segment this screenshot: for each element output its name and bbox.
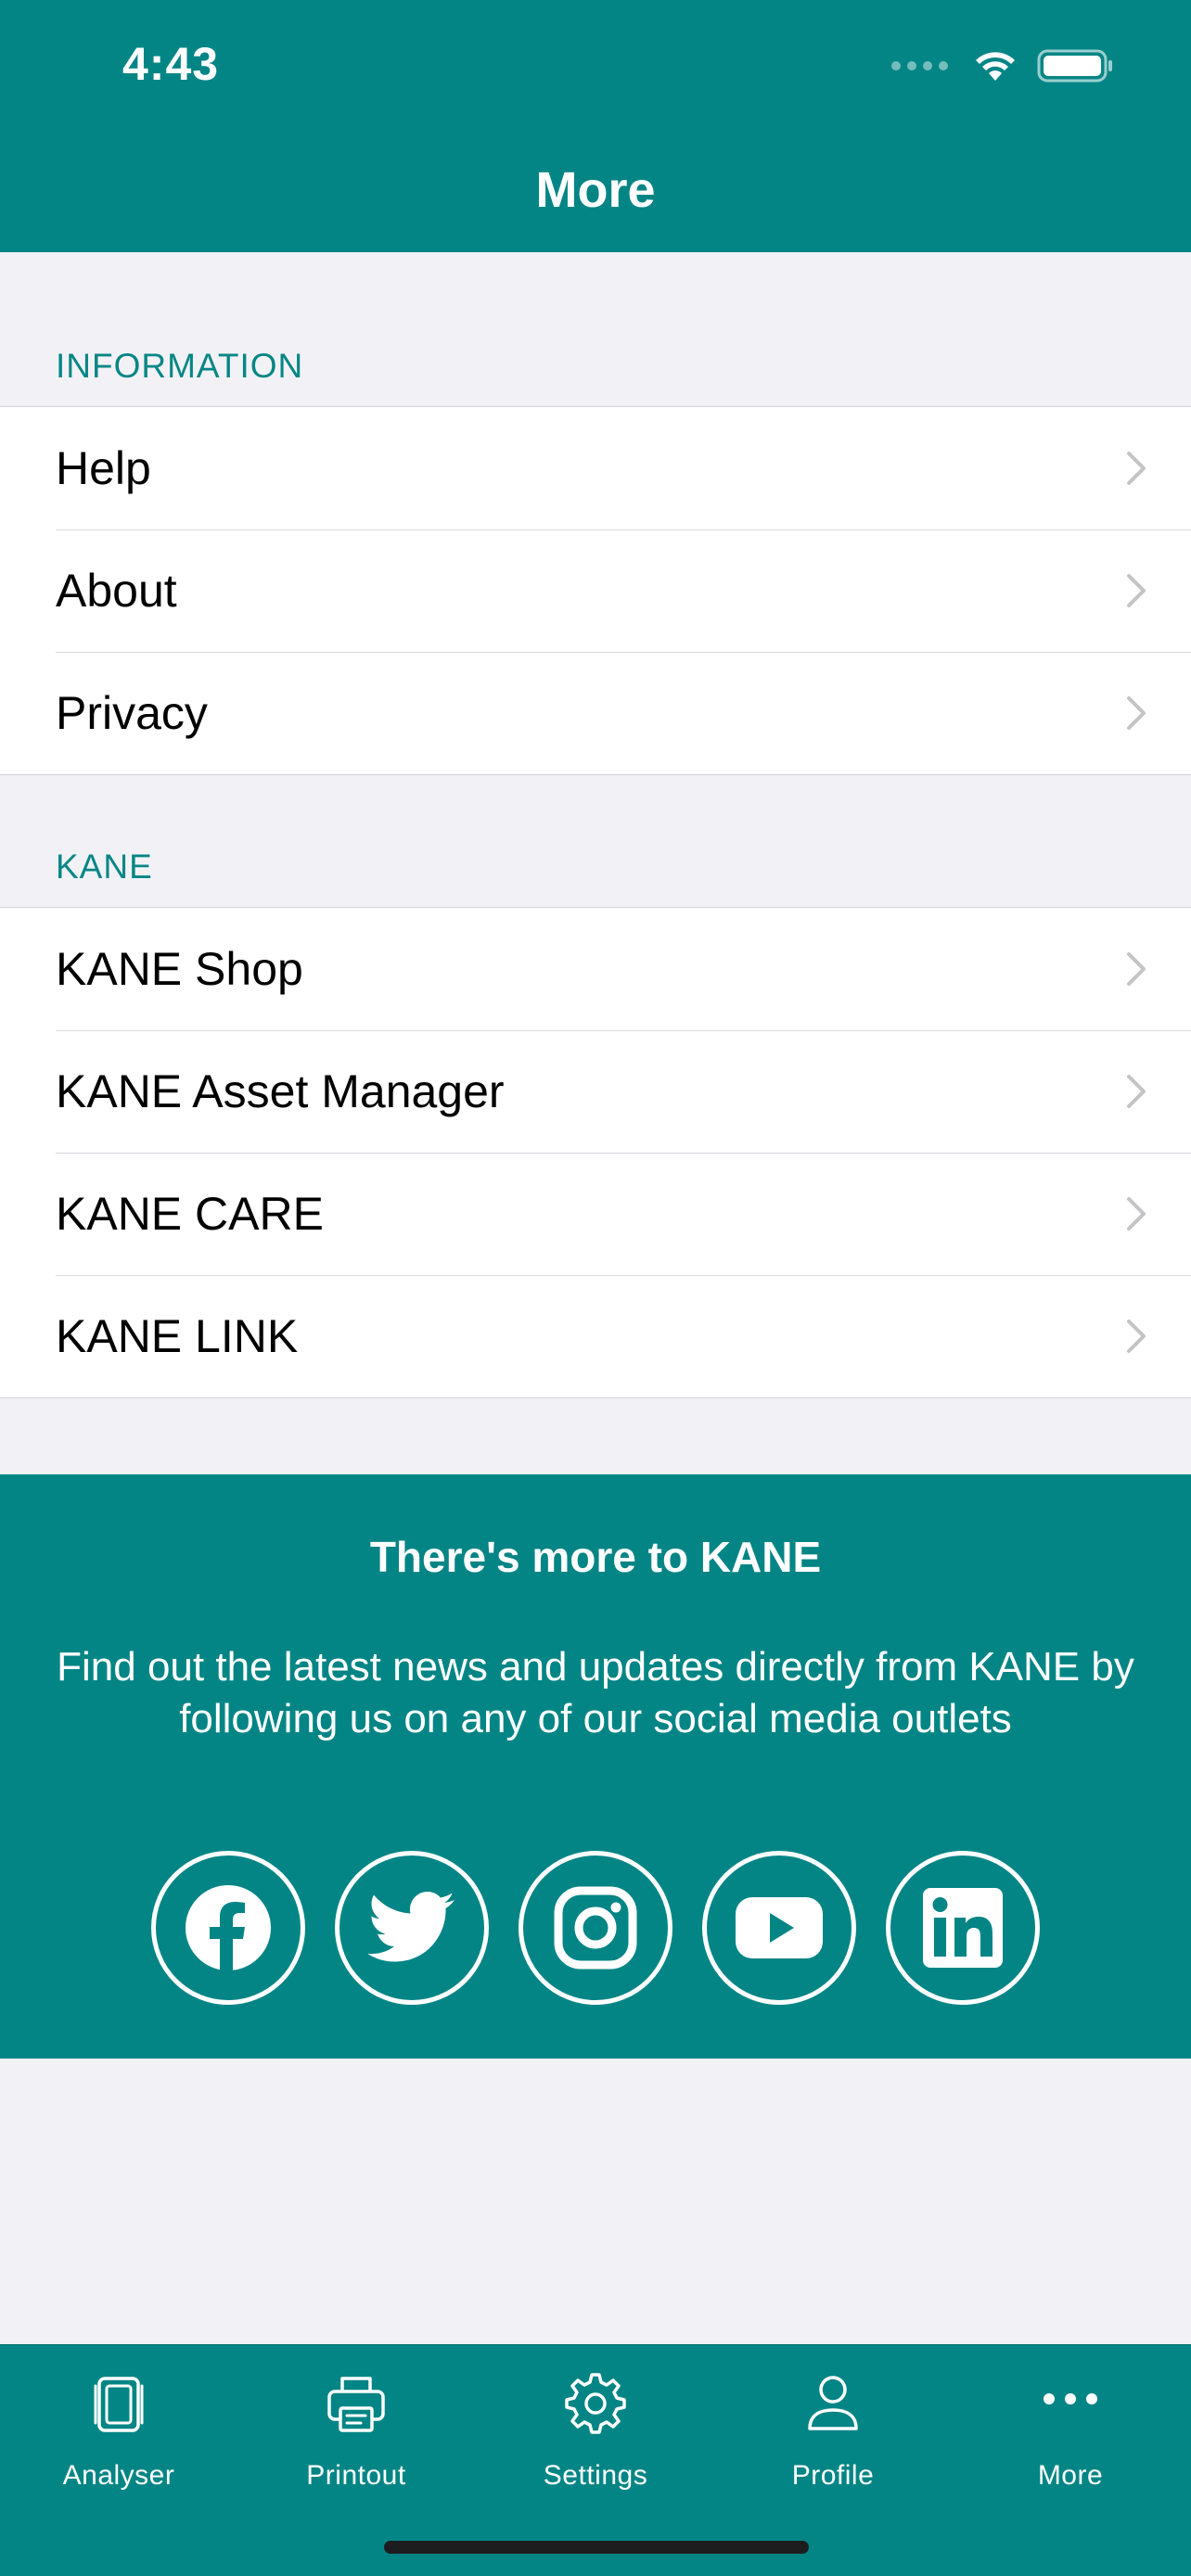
row-label: Help bbox=[56, 442, 151, 494]
facebook-button[interactable] bbox=[151, 1851, 305, 2005]
twitter-icon bbox=[367, 1892, 455, 1962]
facebook-icon bbox=[186, 1885, 271, 1972]
row-label: KANE Shop bbox=[56, 943, 303, 995]
chevron-right-icon bbox=[1127, 1075, 1146, 1108]
promo-title: There's more to KANE bbox=[369, 1533, 822, 1581]
chevron-right-icon bbox=[1127, 574, 1146, 607]
row-kane-care[interactable]: KANE CARE bbox=[0, 1153, 1191, 1275]
linkedin-button[interactable] bbox=[886, 1851, 1040, 2005]
status-indicators bbox=[891, 43, 1115, 89]
battery-icon bbox=[1037, 49, 1112, 83]
tab-analyser[interactable]: Analyser bbox=[0, 2345, 237, 2491]
analyser-icon bbox=[94, 2377, 144, 2432]
page-title: More bbox=[535, 162, 656, 218]
youtube-icon bbox=[736, 1897, 823, 1958]
social-promo-banner: There's more to KANE Find out the latest… bbox=[0, 1474, 1191, 2059]
status-time: 4:43 bbox=[122, 38, 220, 90]
printer-icon bbox=[327, 2377, 385, 2432]
tab-more[interactable]: More bbox=[952, 2345, 1189, 2491]
row-kane-link[interactable]: KANE LINK bbox=[0, 1275, 1191, 1397]
chevron-right-icon bbox=[1127, 452, 1146, 485]
tab-label: Settings bbox=[543, 2460, 648, 2491]
row-label: KANE CARE bbox=[56, 1188, 324, 1240]
information-list: Help About Privacy bbox=[0, 406, 1191, 775]
instagram-button[interactable] bbox=[519, 1851, 672, 2005]
row-label: Privacy bbox=[56, 687, 208, 739]
row-help[interactable]: Help bbox=[0, 407, 1191, 529]
chevron-right-icon bbox=[1127, 1197, 1146, 1231]
row-about[interactable]: About bbox=[0, 529, 1191, 652]
kane-list: KANE Shop KANE Asset Manager KANE CARE K… bbox=[0, 907, 1191, 1398]
row-kane-shop[interactable]: KANE Shop bbox=[0, 908, 1191, 1030]
tab-label: More bbox=[1037, 2460, 1104, 2491]
row-label: KANE Asset Manager bbox=[56, 1065, 505, 1117]
tab-label: Profile bbox=[791, 2460, 875, 2491]
linkedin-icon bbox=[923, 1888, 1003, 1968]
person-icon bbox=[808, 2376, 858, 2430]
social-links bbox=[0, 1851, 1191, 2005]
chevron-right-icon bbox=[1127, 952, 1146, 986]
ellipsis-icon bbox=[1044, 2393, 1097, 2404]
tab-label: Printout bbox=[306, 2460, 406, 2491]
home-indicator[interactable] bbox=[384, 2541, 809, 2554]
row-label: About bbox=[56, 565, 177, 617]
cellular-signal-icon bbox=[891, 61, 948, 70]
row-privacy[interactable]: Privacy bbox=[0, 652, 1191, 774]
tab-profile[interactable]: Profile bbox=[714, 2345, 952, 2491]
twitter-button[interactable] bbox=[335, 1851, 489, 2005]
section-header-information: INFORMATION bbox=[56, 347, 304, 385]
instagram-icon bbox=[554, 1886, 637, 1970]
gear-icon bbox=[565, 2373, 626, 2434]
navigation-header: 4:43 More bbox=[0, 0, 1191, 252]
chevron-right-icon bbox=[1127, 1320, 1146, 1353]
promo-text: Find out the latest news and updates dir… bbox=[57, 1644, 1134, 1741]
tab-label: Analyser bbox=[62, 2460, 175, 2491]
tab-settings[interactable]: Settings bbox=[477, 2345, 714, 2491]
row-label: KANE LINK bbox=[56, 1310, 299, 1362]
tab-printout[interactable]: Printout bbox=[237, 2345, 475, 2491]
chevron-right-icon bbox=[1127, 696, 1146, 730]
row-kane-asset-manager[interactable]: KANE Asset Manager bbox=[0, 1030, 1191, 1153]
section-header-kane: KANE bbox=[56, 848, 153, 886]
youtube-button[interactable] bbox=[702, 1851, 856, 2005]
wifi-icon bbox=[976, 52, 1015, 81]
